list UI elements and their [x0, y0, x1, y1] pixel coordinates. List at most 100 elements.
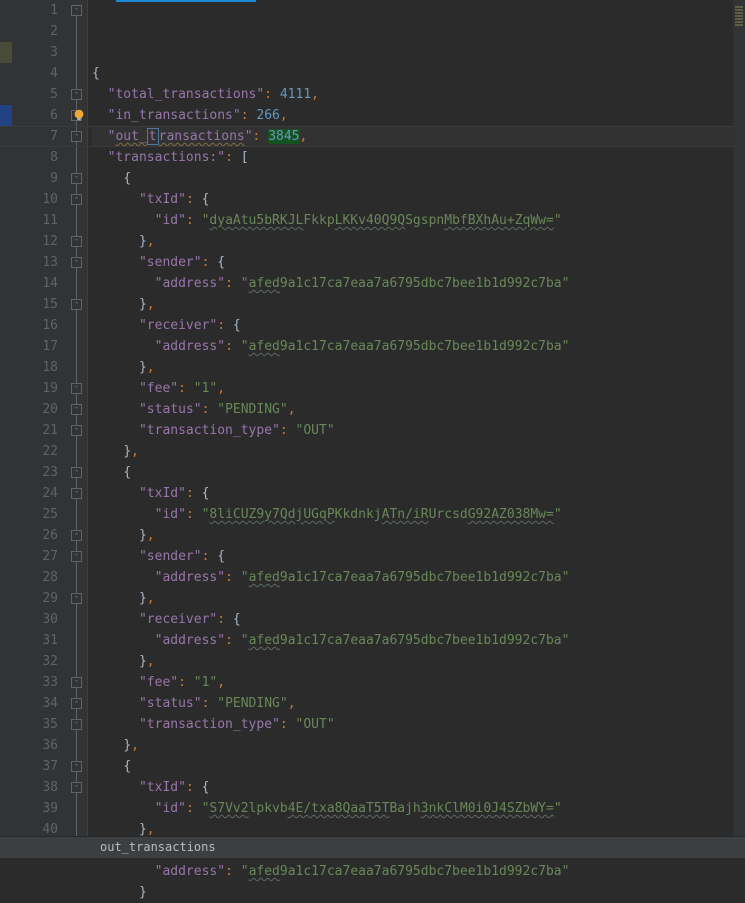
- code-line[interactable]: },: [92, 357, 745, 378]
- line-number[interactable]: 25: [12, 504, 58, 525]
- line-number[interactable]: 16: [12, 315, 58, 336]
- line-number[interactable]: 2: [12, 21, 58, 42]
- code-line[interactable]: },: [92, 735, 745, 756]
- code-line[interactable]: "txId": {: [92, 483, 745, 504]
- fold-toggle-icon[interactable]: [71, 782, 82, 793]
- fold-toggle-icon[interactable]: [71, 5, 82, 16]
- fold-toggle-icon[interactable]: [71, 761, 82, 772]
- line-number[interactable]: 34: [12, 693, 58, 714]
- line-number[interactable]: 20: [12, 399, 58, 420]
- fold-toggle-icon[interactable]: [71, 530, 82, 541]
- code-line[interactable]: "receiver": {: [92, 315, 745, 336]
- code-line[interactable]: "id": "8liCUZ9y7QdjUGqPKkdnkjATn/iRUrcsd…: [92, 504, 745, 525]
- line-number[interactable]: 29: [12, 588, 58, 609]
- code-line[interactable]: "address": "afed9a1c17ca7eaa7a6795dbc7be…: [92, 273, 745, 294]
- line-number[interactable]: 35: [12, 714, 58, 735]
- line-number[interactable]: 30: [12, 609, 58, 630]
- line-number[interactable]: 3: [12, 42, 58, 63]
- code-line[interactable]: "address": "afed9a1c17ca7eaa7a6795dbc7be…: [92, 861, 745, 882]
- line-number[interactable]: 39: [12, 798, 58, 819]
- fold-toggle-icon[interactable]: [71, 719, 82, 730]
- line-number[interactable]: 26: [12, 525, 58, 546]
- fold-toggle-icon[interactable]: [71, 698, 82, 709]
- line-number[interactable]: 23: [12, 462, 58, 483]
- line-number[interactable]: 18: [12, 357, 58, 378]
- code-line[interactable]: "fee": "1",: [92, 672, 745, 693]
- code-line[interactable]: },: [92, 525, 745, 546]
- code-line[interactable]: "out_transactions": 3845,: [92, 126, 745, 147]
- line-number[interactable]: 31: [12, 630, 58, 651]
- code-line[interactable]: "address": "afed9a1c17ca7eaa7a6795dbc7be…: [92, 630, 745, 651]
- line-number[interactable]: 8: [12, 147, 58, 168]
- code-editor[interactable]: 1234567891011121314151617181920212223242…: [0, 0, 745, 836]
- line-number[interactable]: 6: [12, 105, 58, 126]
- breadcrumb[interactable]: out_transactions: [100, 837, 216, 858]
- code-line[interactable]: "transaction_type": "OUT": [92, 714, 745, 735]
- code-line[interactable]: "address": "afed9a1c17ca7eaa7a6795dbc7be…: [92, 336, 745, 357]
- line-number[interactable]: 15: [12, 294, 58, 315]
- code-line[interactable]: "receiver": {: [92, 609, 745, 630]
- code-line[interactable]: {: [92, 168, 745, 189]
- fold-toggle-icon[interactable]: [71, 551, 82, 562]
- code-line[interactable]: {: [92, 462, 745, 483]
- line-number[interactable]: 14: [12, 273, 58, 294]
- code-line[interactable]: "in_transactions": 266,: [92, 105, 745, 126]
- line-number[interactable]: 19: [12, 378, 58, 399]
- line-number[interactable]: 1: [12, 0, 58, 21]
- fold-toggle-icon[interactable]: [71, 257, 82, 268]
- line-number[interactable]: 10: [12, 189, 58, 210]
- line-number[interactable]: 28: [12, 567, 58, 588]
- fold-toggle-icon[interactable]: [71, 488, 82, 499]
- fold-toggle-icon[interactable]: [71, 467, 82, 478]
- code-line[interactable]: "sender": {: [92, 546, 745, 567]
- fold-toggle-icon[interactable]: [71, 425, 82, 436]
- fold-column[interactable]: [68, 0, 88, 836]
- line-number[interactable]: 7: [12, 126, 58, 147]
- line-number[interactable]: 33: [12, 672, 58, 693]
- code-line[interactable]: "status": "PENDING",: [92, 693, 745, 714]
- fold-toggle-icon[interactable]: [71, 194, 82, 205]
- error-stripe[interactable]: [733, 0, 745, 836]
- code-line[interactable]: },: [92, 294, 745, 315]
- line-number-gutter[interactable]: 1234567891011121314151617181920212223242…: [12, 0, 68, 836]
- line-number[interactable]: 4: [12, 63, 58, 84]
- code-line[interactable]: "sender": {: [92, 252, 745, 273]
- code-area[interactable]: { "total_transactions": 4111, "in_transa…: [88, 0, 745, 836]
- code-line[interactable]: "fee": "1",: [92, 378, 745, 399]
- fold-toggle-icon[interactable]: [71, 236, 82, 247]
- code-line[interactable]: },: [92, 651, 745, 672]
- fold-toggle-icon[interactable]: [71, 131, 82, 142]
- fold-toggle-icon[interactable]: [71, 383, 82, 394]
- line-number[interactable]: 21: [12, 420, 58, 441]
- line-number[interactable]: 27: [12, 546, 58, 567]
- line-number[interactable]: 13: [12, 252, 58, 273]
- code-line[interactable]: "transaction_type": "OUT": [92, 420, 745, 441]
- code-line[interactable]: "status": "PENDING",: [92, 399, 745, 420]
- fold-toggle-icon[interactable]: [71, 677, 82, 688]
- code-line[interactable]: {: [92, 756, 745, 777]
- line-number[interactable]: 22: [12, 441, 58, 462]
- code-line[interactable]: "transactions:": [: [92, 147, 745, 168]
- fold-toggle-icon[interactable]: [71, 173, 82, 184]
- fold-toggle-icon[interactable]: [71, 299, 82, 310]
- line-number[interactable]: 17: [12, 336, 58, 357]
- fold-toggle-icon[interactable]: [71, 89, 82, 100]
- code-line[interactable]: },: [92, 441, 745, 462]
- code-line[interactable]: "id": "dyaAtu5bRKJLFkkpLKKv40Q9QSgspnMbf…: [92, 210, 745, 231]
- code-line[interactable]: "address": "afed9a1c17ca7eaa7a6795dbc7be…: [92, 567, 745, 588]
- code-line[interactable]: "total_transactions": 4111,: [92, 84, 745, 105]
- line-number[interactable]: 24: [12, 483, 58, 504]
- code-line[interactable]: "txId": {: [92, 777, 745, 798]
- code-line[interactable]: },: [92, 588, 745, 609]
- line-number[interactable]: 37: [12, 756, 58, 777]
- code-line[interactable]: }: [92, 882, 745, 903]
- fold-toggle-icon[interactable]: [71, 404, 82, 415]
- line-number[interactable]: 36: [12, 735, 58, 756]
- line-number[interactable]: 12: [12, 231, 58, 252]
- code-line[interactable]: "txId": {: [92, 189, 745, 210]
- line-number[interactable]: 9: [12, 168, 58, 189]
- code-line[interactable]: {: [92, 63, 745, 84]
- code-line[interactable]: "id": "S7Vv2lpkvb4E/txa8QaaT5TBajh3nkClM…: [92, 798, 745, 819]
- intention-bulb-icon[interactable]: [72, 108, 86, 122]
- line-number[interactable]: 32: [12, 651, 58, 672]
